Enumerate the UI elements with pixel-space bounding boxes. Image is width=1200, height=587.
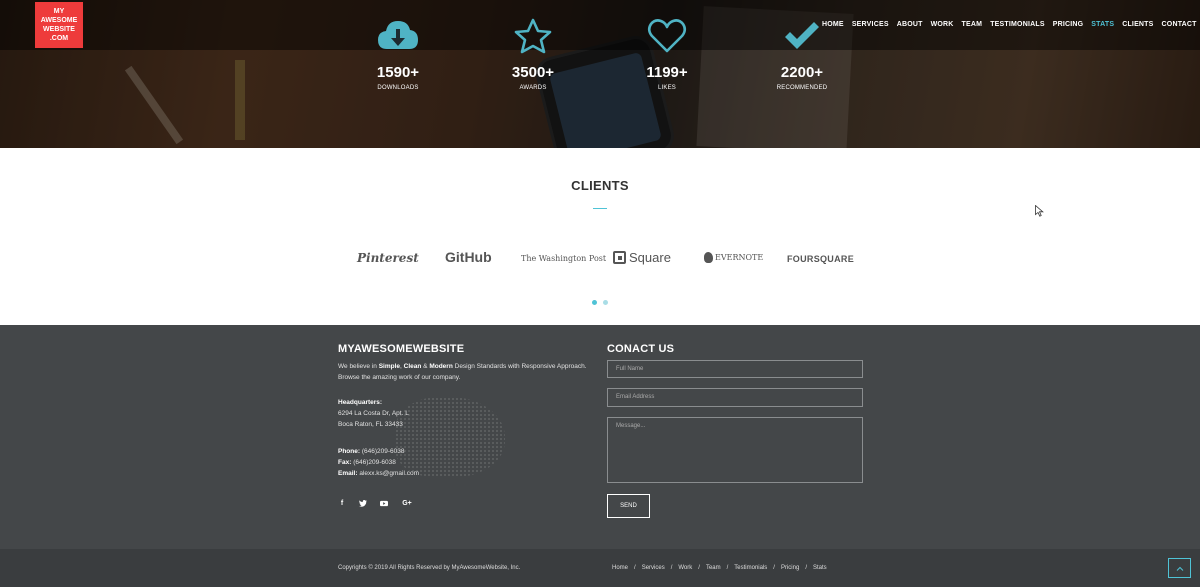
footer-link-stats[interactable]: Stats	[813, 565, 827, 571]
footer-link-work[interactable]: Work	[678, 565, 692, 571]
footer-link-pricing[interactable]: Pricing	[781, 565, 799, 571]
footer-description: We believe in Simple, Clean & Modern Des…	[338, 363, 587, 381]
elephant-icon	[704, 252, 713, 263]
square-logo-icon	[613, 251, 626, 264]
contact-heading: CONACT US	[607, 343, 675, 355]
footer-links: Home / Services / Work / Team / Testimonials…	[612, 565, 827, 571]
email-address-input[interactable]: Email Address	[607, 388, 863, 407]
carousel-dot-active[interactable]	[592, 300, 597, 305]
youtube-icon[interactable]	[380, 499, 388, 507]
footer: MYAWESOMEWEBSITE We believe in Simple, C…	[0, 325, 1200, 549]
facebook-icon[interactable]: f	[338, 499, 346, 507]
stats-section: MY AWESOME WEBSITE .COM HOME SERVICES AB…	[0, 0, 1200, 148]
stat-recommended: 2200+ RECOMMENDED	[742, 16, 862, 91]
client-logo-github: GitHub	[445, 249, 492, 265]
send-button[interactable]: SEND	[607, 494, 650, 518]
copyright-text: Copyrights © 2019 All Rights Reserved by…	[338, 565, 521, 571]
nav-about[interactable]: ABOUT	[897, 21, 923, 28]
clients-heading: CLIENTS	[571, 178, 629, 193]
back-to-top-button[interactable]	[1168, 558, 1191, 578]
top-navigation-bar: MY AWESOME WEBSITE .COM HOME SERVICES AB…	[0, 0, 1200, 50]
footer-site-title: MYAWESOMEWEBSITE	[338, 343, 465, 355]
footer-bottom-bar: Copyrights © 2019 All Rights Reserved by…	[0, 549, 1200, 587]
clients-divider	[593, 208, 607, 209]
footer-contact-info: Phone: (646)209-6038 Fax: (646)209-6038 …	[338, 448, 420, 477]
star-icon	[473, 16, 593, 56]
nav-pricing[interactable]: PRICING	[1053, 21, 1084, 28]
twitter-icon[interactable]	[359, 499, 367, 507]
nav-stats[interactable]: STATS	[1091, 21, 1114, 28]
message-textarea[interactable]: Message...	[607, 417, 863, 483]
nav-clients[interactable]: CLIENTS	[1122, 21, 1153, 28]
nav-testimonials[interactable]: TESTIMONIALS	[990, 21, 1045, 28]
google-plus-icon[interactable]: G+	[401, 499, 413, 507]
footer-link-services[interactable]: Services	[642, 565, 665, 571]
stat-awards: 3500+ AWARDS	[473, 16, 593, 91]
stat-downloads: 1590+ DOWNLOADS	[338, 16, 458, 91]
checkmark-icon	[742, 16, 862, 56]
stat-likes: 1199+ LIKES	[607, 16, 727, 91]
carousel-dot[interactable]	[603, 300, 608, 305]
full-name-input[interactable]: Full Name	[607, 360, 863, 378]
nav-team[interactable]: TEAM	[962, 21, 983, 28]
heart-icon	[607, 16, 727, 56]
client-logo-foursquare: FOURSQUARE	[787, 254, 855, 264]
mouse-cursor-icon	[1035, 205, 1044, 217]
main-nav: HOME SERVICES ABOUT WORK TEAM TESTIMONIA…	[822, 21, 1197, 28]
nav-work[interactable]: WORK	[931, 21, 954, 28]
client-logo-evernote: EVERNOTE	[704, 252, 763, 263]
nav-contact[interactable]: CONTACT	[1162, 21, 1197, 28]
client-logo-washington-post: The Washington Post	[521, 254, 607, 263]
footer-link-home[interactable]: Home	[612, 565, 628, 571]
email-link[interactable]: alexx.ks@gmail.com	[359, 470, 419, 477]
footer-link-testimonials[interactable]: Testimonials	[734, 565, 767, 571]
cloud-download-icon	[338, 16, 458, 56]
social-links: f G+	[338, 499, 413, 507]
chevron-up-icon	[1176, 566, 1183, 571]
footer-link-team[interactable]: Team	[706, 565, 721, 571]
client-logo-pinterest: Pinterest	[357, 251, 419, 265]
footer-headquarters: Headquarters: 6294 La Costa Dr, Apt. L B…	[338, 399, 409, 428]
client-logo-square: Square	[613, 250, 671, 265]
site-logo[interactable]: MY AWESOME WEBSITE .COM	[35, 2, 83, 48]
